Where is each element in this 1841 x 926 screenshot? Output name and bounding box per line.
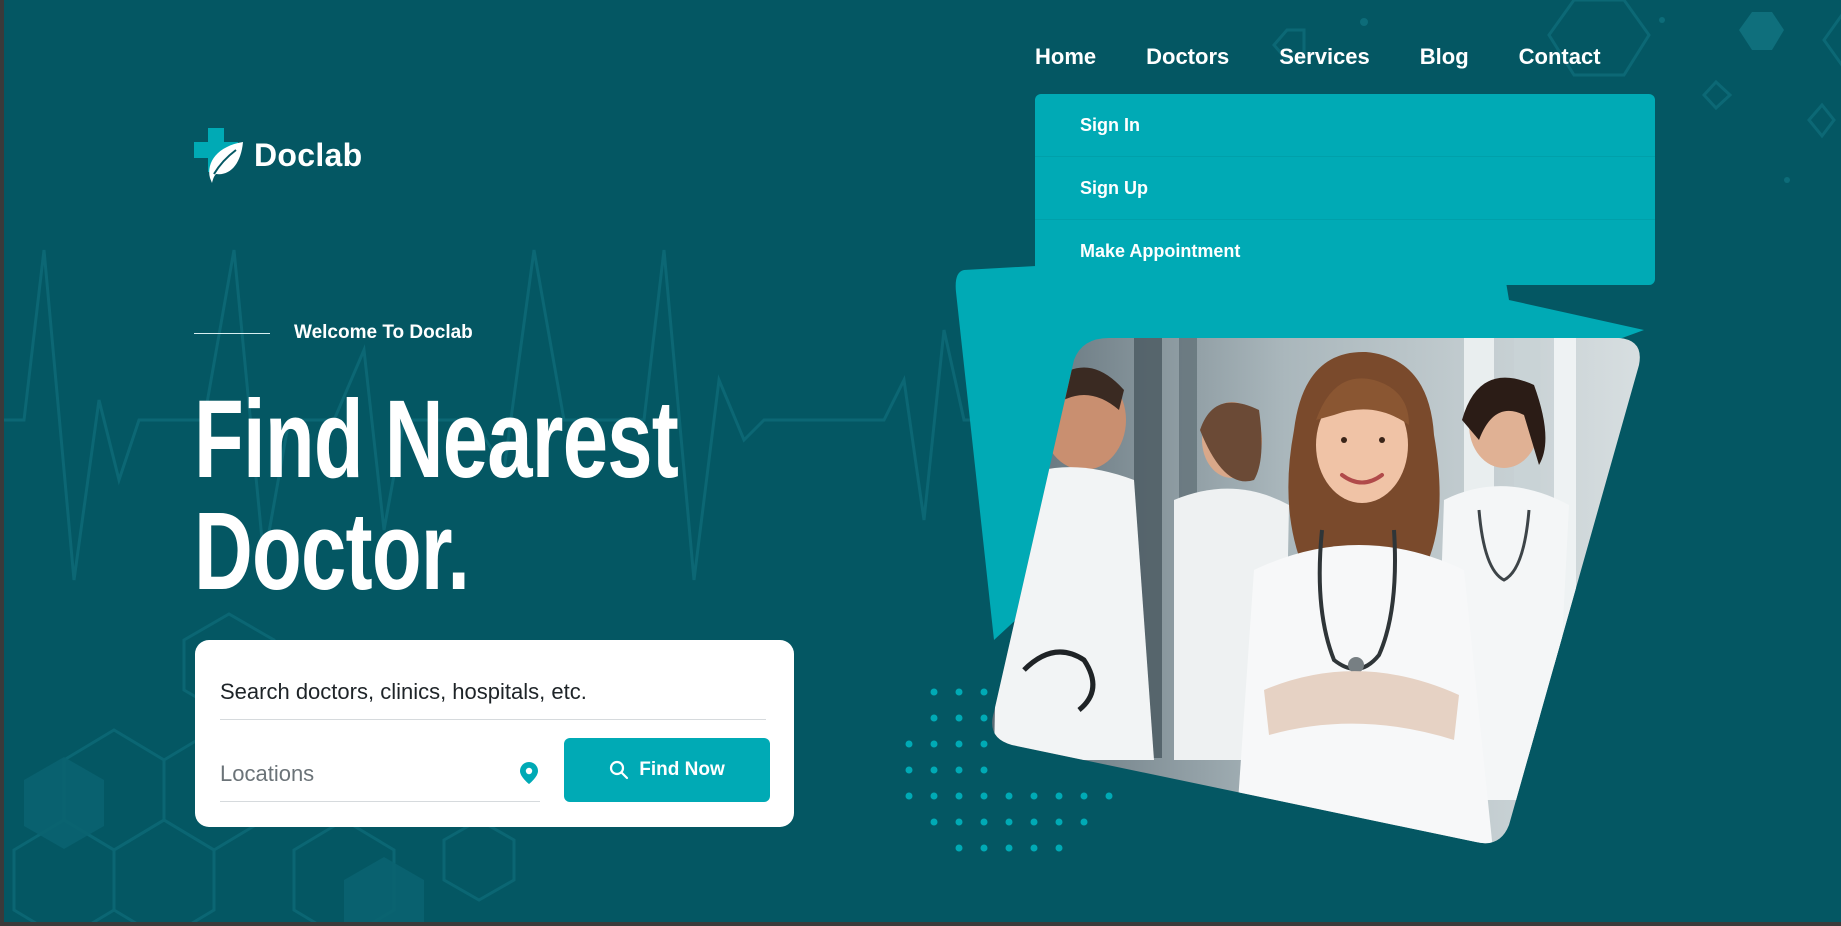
headline-line-1: Find Nearest [194, 378, 679, 501]
tagline-divider [194, 332, 270, 334]
hero-headline: Find Nearest Doctor. [194, 378, 679, 613]
map-pin-icon [520, 762, 538, 784]
page: Home Doctors Services Blog Contact Docla… [4, 0, 1841, 922]
find-now-label: Find Now [639, 759, 725, 780]
nav-doctors[interactable]: Doctors [1146, 44, 1229, 70]
nav-dropdown-menu: Sign In Sign Up Make Appointment [1035, 94, 1655, 285]
welcome-tagline: Welcome To Doclab [194, 322, 473, 344]
logo-text: Doclab [254, 137, 363, 173]
logo[interactable]: Doclab [194, 128, 363, 183]
cross-leaf-icon [194, 128, 243, 183]
nav-home[interactable]: Home [1035, 44, 1096, 70]
find-now-button[interactable]: Find Now [564, 738, 770, 802]
nav-contact[interactable]: Contact [1519, 44, 1601, 70]
location-field [220, 746, 540, 802]
dropdown-sign-up[interactable]: Sign Up [1035, 157, 1655, 220]
headline-line-2: Doctor. [194, 490, 470, 613]
search-input[interactable] [220, 664, 766, 720]
main-nav: Home Doctors Services Blog Contact [1035, 44, 1651, 70]
search-card: Find Now [195, 640, 794, 827]
nav-services[interactable]: Services [1279, 44, 1370, 70]
doctors-photo [992, 338, 1640, 844]
search-icon [610, 760, 629, 780]
dropdown-sign-in[interactable]: Sign In [1035, 94, 1655, 157]
hero-image [905, 240, 1644, 852]
location-input[interactable] [220, 746, 500, 802]
dropdown-make-appointment[interactable]: Make Appointment [1035, 220, 1655, 283]
welcome-text: Welcome To Doclab [294, 322, 473, 343]
nav-blog[interactable]: Blog [1420, 44, 1469, 70]
